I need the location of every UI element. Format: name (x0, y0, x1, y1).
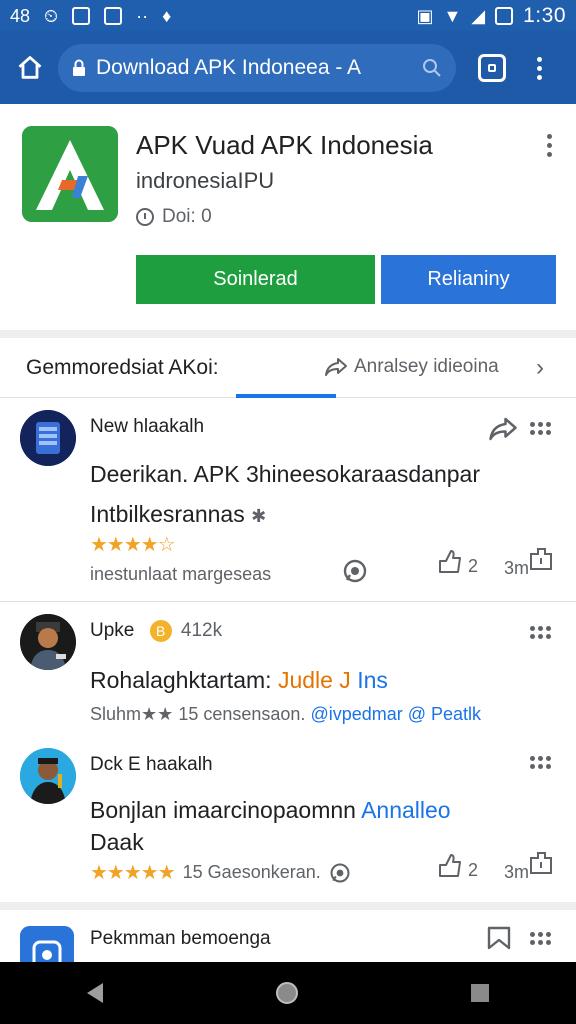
review-text-link[interactable]: Annalleo (361, 797, 451, 823)
review-text-plain: Rohalaghktartam: (90, 667, 272, 693)
chevron-right-icon[interactable]: › (536, 354, 544, 382)
reviewer-name[interactable]: New hlaakalh (90, 416, 204, 438)
tabs-row: Gemmoredsiat AKoi: Anralsey idieoina › (0, 338, 576, 398)
sparkle-icon: ✱ (251, 506, 267, 526)
status-time: 1:30 (523, 4, 566, 27)
review-text-line: Rohalaghktartam: Judle J Ins (90, 662, 388, 698)
review-meta: Sluhm★★ 15 censensaon. @ivpedmar @ Peatl… (90, 704, 481, 725)
star-rating: ★★★★☆ (90, 534, 176, 556)
reply-label: 3m (504, 558, 530, 578)
avatar (20, 748, 76, 804)
photo-icon (104, 7, 123, 25)
status-bar-left-text: 48 (10, 6, 31, 26)
search-icon[interactable] (422, 58, 442, 78)
review-text-line: Deerikan. APK 3hineesokaraasdanpar (90, 461, 480, 487)
review-more-button[interactable] (530, 626, 554, 639)
whatsapp-icon[interactable] (342, 558, 368, 584)
reviewer-name[interactable]: Pekmman bemoenga (90, 928, 271, 950)
whatsapp-icon[interactable] (329, 862, 351, 884)
lock-icon (73, 59, 85, 76)
card-more-button[interactable] (547, 134, 552, 157)
tab-reviews[interactable]: Gemmoredsiat AKoi: (26, 356, 219, 380)
share-icon (325, 358, 347, 376)
reviewer-name[interactable]: Dck E haakalh (90, 754, 213, 776)
review-more-button[interactable] (530, 756, 554, 769)
avatar (20, 410, 76, 466)
review-item: New hlaakalh Deerikan. APK 3hineesokaraa… (0, 398, 576, 602)
alarm-icon: ⏲ (44, 6, 59, 26)
tabs-icon (488, 64, 496, 72)
review-item: Dck E haakalh Bonjlan imaarcinopaomnn An… (0, 734, 576, 900)
report-icon[interactable] (528, 546, 554, 572)
section-divider (0, 902, 576, 910)
url-bar[interactable]: Download APK Indoneea - A (58, 44, 456, 92)
home-button[interactable] (10, 48, 50, 88)
review-item: Upke B 412k Rohalaghktartam: Judle J Ins… (0, 602, 576, 732)
notification-icon (72, 7, 91, 25)
battery-icon (495, 7, 514, 25)
reviewer-name[interactable]: Upke B 412k (90, 620, 222, 642)
more-notifications-icon: ·· (136, 6, 149, 26)
review-text-line2: Daak (90, 829, 144, 855)
review-more-button[interactable] (530, 932, 554, 945)
home-icon (18, 56, 42, 79)
app-developer[interactable]: indronesiaIPU (136, 168, 274, 194)
review-item: Pekmman bemoenga (0, 910, 576, 962)
app-small-icon (20, 926, 74, 962)
review-meta-row: ★★★★★ 15 Gaesonkeran. (90, 860, 351, 885)
badge-count: 412k (180, 620, 223, 641)
like-count: 2 (468, 860, 479, 880)
system-nav-bar (0, 962, 576, 1024)
avatar (20, 614, 76, 670)
meta-text: 15 censensaon. (178, 704, 306, 724)
tabs-button[interactable] (478, 54, 506, 82)
wifi-icon: ▼ (443, 6, 462, 26)
review-meta: inestunlaat margeseas (90, 564, 272, 584)
review-text-link[interactable]: Ins (357, 667, 388, 693)
review-more-button[interactable] (530, 422, 554, 435)
share-icon[interactable] (488, 416, 518, 442)
downloads-label: Doi: 0 (162, 206, 212, 227)
like-icon[interactable] (436, 852, 464, 880)
star-rating: ★★★★★ (90, 862, 176, 884)
secondary-button[interactable]: Relianiny (381, 255, 556, 304)
app-logo-icon (22, 126, 118, 222)
review-text-accent[interactable]: Judle J (278, 667, 351, 693)
browser-toolbar: Download APK Indoneea - A (0, 32, 576, 104)
signal-icon: ◢ (471, 6, 486, 26)
url-text[interactable]: Download APK Indoneea - A (96, 56, 416, 80)
review-text-line: Intbilkesrannas ✱ (90, 496, 266, 534)
review-text-line: Bonjlan imaarcinopaomnn Annalleo (90, 792, 451, 828)
app-header-card: APK Vuad APK Indonesia indronesiaIPU Doi… (0, 104, 576, 330)
home-nav-icon[interactable] (275, 982, 298, 1004)
overflow-menu-button[interactable] (534, 56, 544, 80)
section-divider (0, 330, 576, 338)
tab-share-label: Anralsey idieoina (354, 356, 499, 377)
clock-icon (136, 208, 154, 226)
vibrate-icon: ▣ (416, 6, 434, 26)
badge-icon: B (149, 620, 172, 642)
app-title: APK Vuad APK Indonesia (136, 130, 433, 160)
like-icon[interactable] (436, 548, 464, 576)
status-bar: 48 ⏲ ·· ♦ ▣ ▼ ◢ 1:30 (0, 0, 576, 32)
review-meta: 15 Gaesonkeran. (182, 862, 321, 882)
like-count: 2 (468, 556, 479, 576)
bell-icon: ♦ (162, 6, 172, 26)
app-downloads: Doi: 0 (136, 206, 212, 228)
back-icon[interactable] (86, 983, 103, 1003)
meta-stars: Sluhm★★ (90, 704, 174, 724)
bookmark-icon[interactable] (486, 926, 512, 950)
tab-share[interactable]: Anralsey idieoina (324, 356, 499, 378)
recents-icon[interactable] (471, 984, 490, 1002)
review-text-line2: Intbilkesrannas (90, 501, 245, 527)
review-text-plain: Bonjlan imaarcinopaomnn (90, 797, 356, 823)
download-button[interactable]: Soinlerad (136, 255, 375, 304)
reply-label: 3m (504, 862, 530, 882)
report-icon[interactable] (528, 850, 554, 876)
meta-link[interactable]: @ivpedmar @ Peatlk (310, 704, 481, 724)
reviewer-name-text: Upke (90, 620, 135, 641)
